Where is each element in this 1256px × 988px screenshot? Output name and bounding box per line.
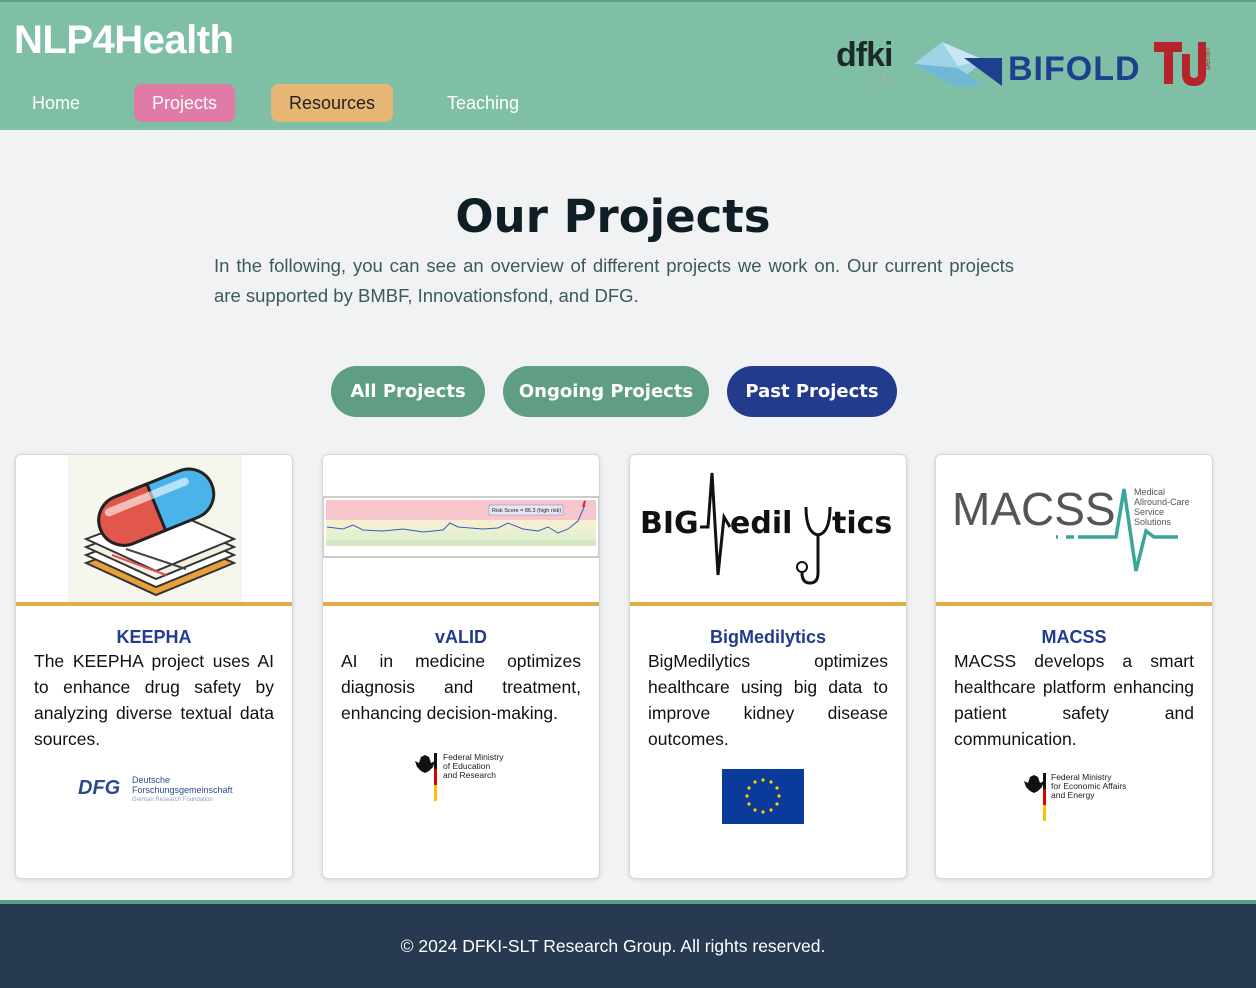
macss-sub-1: Medical xyxy=(1134,487,1165,497)
bmbf-line3: and Research xyxy=(443,770,496,780)
dfg-logo-line3: German Research Foundation xyxy=(132,797,213,803)
card-title[interactable]: MACSS xyxy=(936,627,1212,648)
logo-text-mid: edil xyxy=(730,506,792,541)
intro-text: In the following, you can see an overvie… xyxy=(214,255,1014,306)
bmwi-logo: Federal Ministry for Economic Affairs an… xyxy=(1020,773,1140,825)
card-accent-bar xyxy=(16,602,292,606)
stethoscope-icon xyxy=(796,506,832,585)
nav-projects[interactable]: Projects xyxy=(134,84,235,122)
project-image xyxy=(16,455,292,603)
card-description: BigMedilytics optimizes healthcare using… xyxy=(648,651,888,749)
filter-all-projects-button[interactable]: All Projects xyxy=(331,366,485,417)
project-image: Risk Score = 86.3 (high risk) xyxy=(323,455,599,603)
eagle-emblem-icon xyxy=(415,753,437,801)
eu-flag-icon xyxy=(722,769,804,824)
logo-text-big: BIG xyxy=(640,506,699,541)
macss-sub-2: Allround-Care xyxy=(1134,497,1190,507)
macss-logo: MACSS Medical Allround-Care Service Solu… xyxy=(952,483,1190,572)
nav-home[interactable]: Home xyxy=(14,84,98,122)
site-title[interactable]: NLP4Health xyxy=(14,18,234,63)
dfg-logo: DFG Deutsche Forschungsgemeinschaft Germ… xyxy=(78,773,238,813)
card-title[interactable]: BigMedilytics xyxy=(630,627,906,648)
project-card-macss[interactable]: MACSS Medical Allround-Care Service Solu… xyxy=(935,454,1213,879)
nav-resources[interactable]: Resources xyxy=(271,84,393,122)
filter-ongoing-projects-button[interactable]: Ongoing Projects xyxy=(503,366,709,417)
bigmedilytics-logo: BIG edil tics xyxy=(640,472,892,585)
card-description: The KEEPHA project uses AI to enhance dr… xyxy=(34,651,274,749)
dfg-logo-mark: DFG xyxy=(78,777,121,799)
bmbf-logo: Federal Ministry of Education and Resear… xyxy=(411,753,521,805)
filter-past-projects-button[interactable]: Past Projects xyxy=(727,366,897,417)
heartbeat-icon xyxy=(700,472,732,576)
project-card-keepha[interactable]: KEEPHA The KEEPHA project uses AI to enh… xyxy=(15,454,293,879)
eagle-emblem-icon xyxy=(1024,773,1046,821)
project-image: BIG edil tics xyxy=(630,455,906,603)
card-title[interactable]: vALID xyxy=(323,627,599,648)
bmwi-line3: and Energy xyxy=(1051,790,1095,800)
nav-teaching[interactable]: Teaching xyxy=(434,84,532,122)
dfg-logo-line1: Deutsche xyxy=(132,775,171,785)
card-title[interactable]: KEEPHA xyxy=(16,627,292,648)
card-description: AI in medicine optimizes diagnosis and t… xyxy=(341,651,581,723)
bifold-logo-text[interactable]: BIFOLD xyxy=(1008,50,1141,89)
logo-text-right: tics xyxy=(832,506,892,541)
card-accent-bar xyxy=(323,602,599,606)
macss-logo-text: MACSS xyxy=(952,483,1116,535)
card-accent-bar xyxy=(936,602,1212,606)
dfki-logo-ai: ai xyxy=(868,62,892,95)
svg-text:berlin: berlin xyxy=(1202,48,1212,70)
project-image: MACSS Medical Allround-Care Service Solu… xyxy=(936,455,1212,603)
pill-illustration xyxy=(68,455,242,603)
risk-score-label: Risk Score = 86.3 (high risk) xyxy=(492,508,561,514)
site-footer: © 2024 DFKI-SLT Research Group. All righ… xyxy=(0,900,1256,988)
partner-logos: dfki ai BIFOLD berlin xyxy=(834,36,1218,96)
macss-sub-3: Service xyxy=(1134,507,1164,517)
card-description: MACSS develops a smart healthcare platfo… xyxy=(954,651,1194,749)
project-card-valid[interactable]: Risk Score = 86.3 (high risk) vALID AI i… xyxy=(322,454,600,879)
dfki-logo[interactable]: dfki ai xyxy=(834,36,904,95)
card-accent-bar xyxy=(630,602,906,606)
project-card-bigmedilytics[interactable]: BIG edil tics BigMedilytics BigMedilytic… xyxy=(629,454,907,879)
bifold-logo-mark xyxy=(914,42,1002,86)
site-header: NLP4Health Home Projects Resources Teach… xyxy=(0,0,1256,130)
dfg-logo-line2: Forschungsgemeinschaft xyxy=(132,785,233,795)
risk-chart-image: Risk Score = 86.3 (high risk) xyxy=(323,496,599,558)
tu-berlin-logo[interactable]: berlin xyxy=(1152,40,1216,88)
page-title: Our Projects xyxy=(455,190,771,243)
macss-sub-4: Solutions xyxy=(1134,517,1172,527)
copyright-text: © 2024 DFKI-SLT Research Group. All righ… xyxy=(400,936,826,956)
